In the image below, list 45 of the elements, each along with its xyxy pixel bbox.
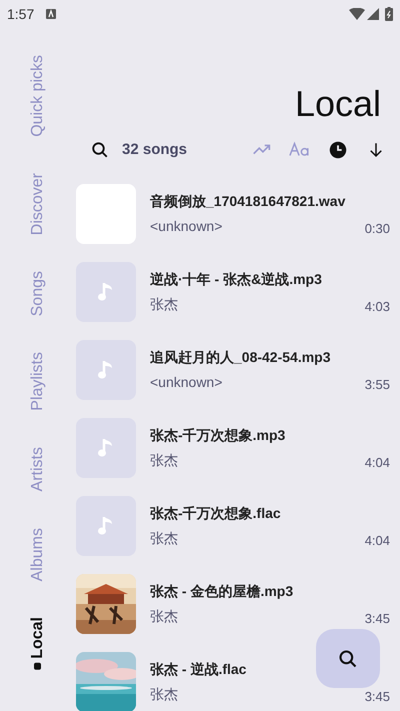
song-title: 张杰-千万次想象.mp3 [150,426,286,445]
search-icon [91,141,109,159]
song-row[interactable]: 张杰 - 逆战.flac 张杰 3:45 [76,652,390,711]
song-title: 张杰 - 金色的屋檐.mp3 [150,582,294,601]
song-title: 追风赶月的人_08-42-54.mp3 [150,348,331,367]
search-icon [338,648,358,668]
signal-icon [367,8,379,20]
song-row[interactable]: 张杰-千万次想象.mp3 张杰 4:04 [76,418,390,478]
song-artist: 张杰 [150,295,178,314]
song-row[interactable]: 追风赶月的人_08-42-54.mp3 <unknown> 3:55 [76,340,390,400]
song-duration: 4:04 [364,532,390,550]
song-duration: 0:30 [364,220,390,238]
song-artist: 张杰 [150,451,178,470]
search-fab[interactable] [316,629,380,688]
song-row[interactable]: 音频倒放_1704181647821.wav <unknown> 0:30 [76,184,390,244]
music-note-icon [97,359,115,381]
notification-icon [46,9,56,19]
page-title: Local [294,82,381,126]
song-count: 32 songs [122,140,188,160]
nav-tab[interactable]: Local [26,616,50,670]
status-time: 1:57 [7,4,34,24]
song-artist: 张杰 [150,607,178,626]
song-duration: 3:45 [364,688,390,706]
song-row[interactable]: 逆战·十年 - 张杰&逆战.mp3 张杰 4:03 [76,262,390,322]
battery-icon [385,7,393,21]
song-title: 音频倒放_1704181647821.wav [150,192,346,211]
music-note-icon [97,281,115,303]
song-artist: <unknown> [150,373,222,392]
song-row[interactable]: 张杰-千万次想象.flac 张杰 4:04 [76,496,390,556]
song-duration: 4:03 [364,298,390,316]
song-artist: <unknown> [150,217,222,236]
arrow-down-icon [367,141,385,159]
clock-icon [327,139,349,161]
music-note-icon [97,515,115,537]
music-note-icon [97,437,115,459]
song-artist: 张杰 [150,685,178,704]
song-title: 张杰 - 逆战.flac [150,660,246,679]
wifi-icon [349,8,365,20]
song-duration: 4:04 [364,454,390,472]
song-duration: 3:45 [364,610,390,628]
song-row[interactable]: 张杰 - 金色的屋檐.mp3 张杰 3:45 [76,574,390,634]
song-artist: 张杰 [150,529,178,548]
song-title: 逆战·十年 - 张杰&逆战.mp3 [150,270,322,289]
song-title: 张杰-千万次想象.flac [150,504,281,523]
song-duration: 3:55 [364,376,390,394]
